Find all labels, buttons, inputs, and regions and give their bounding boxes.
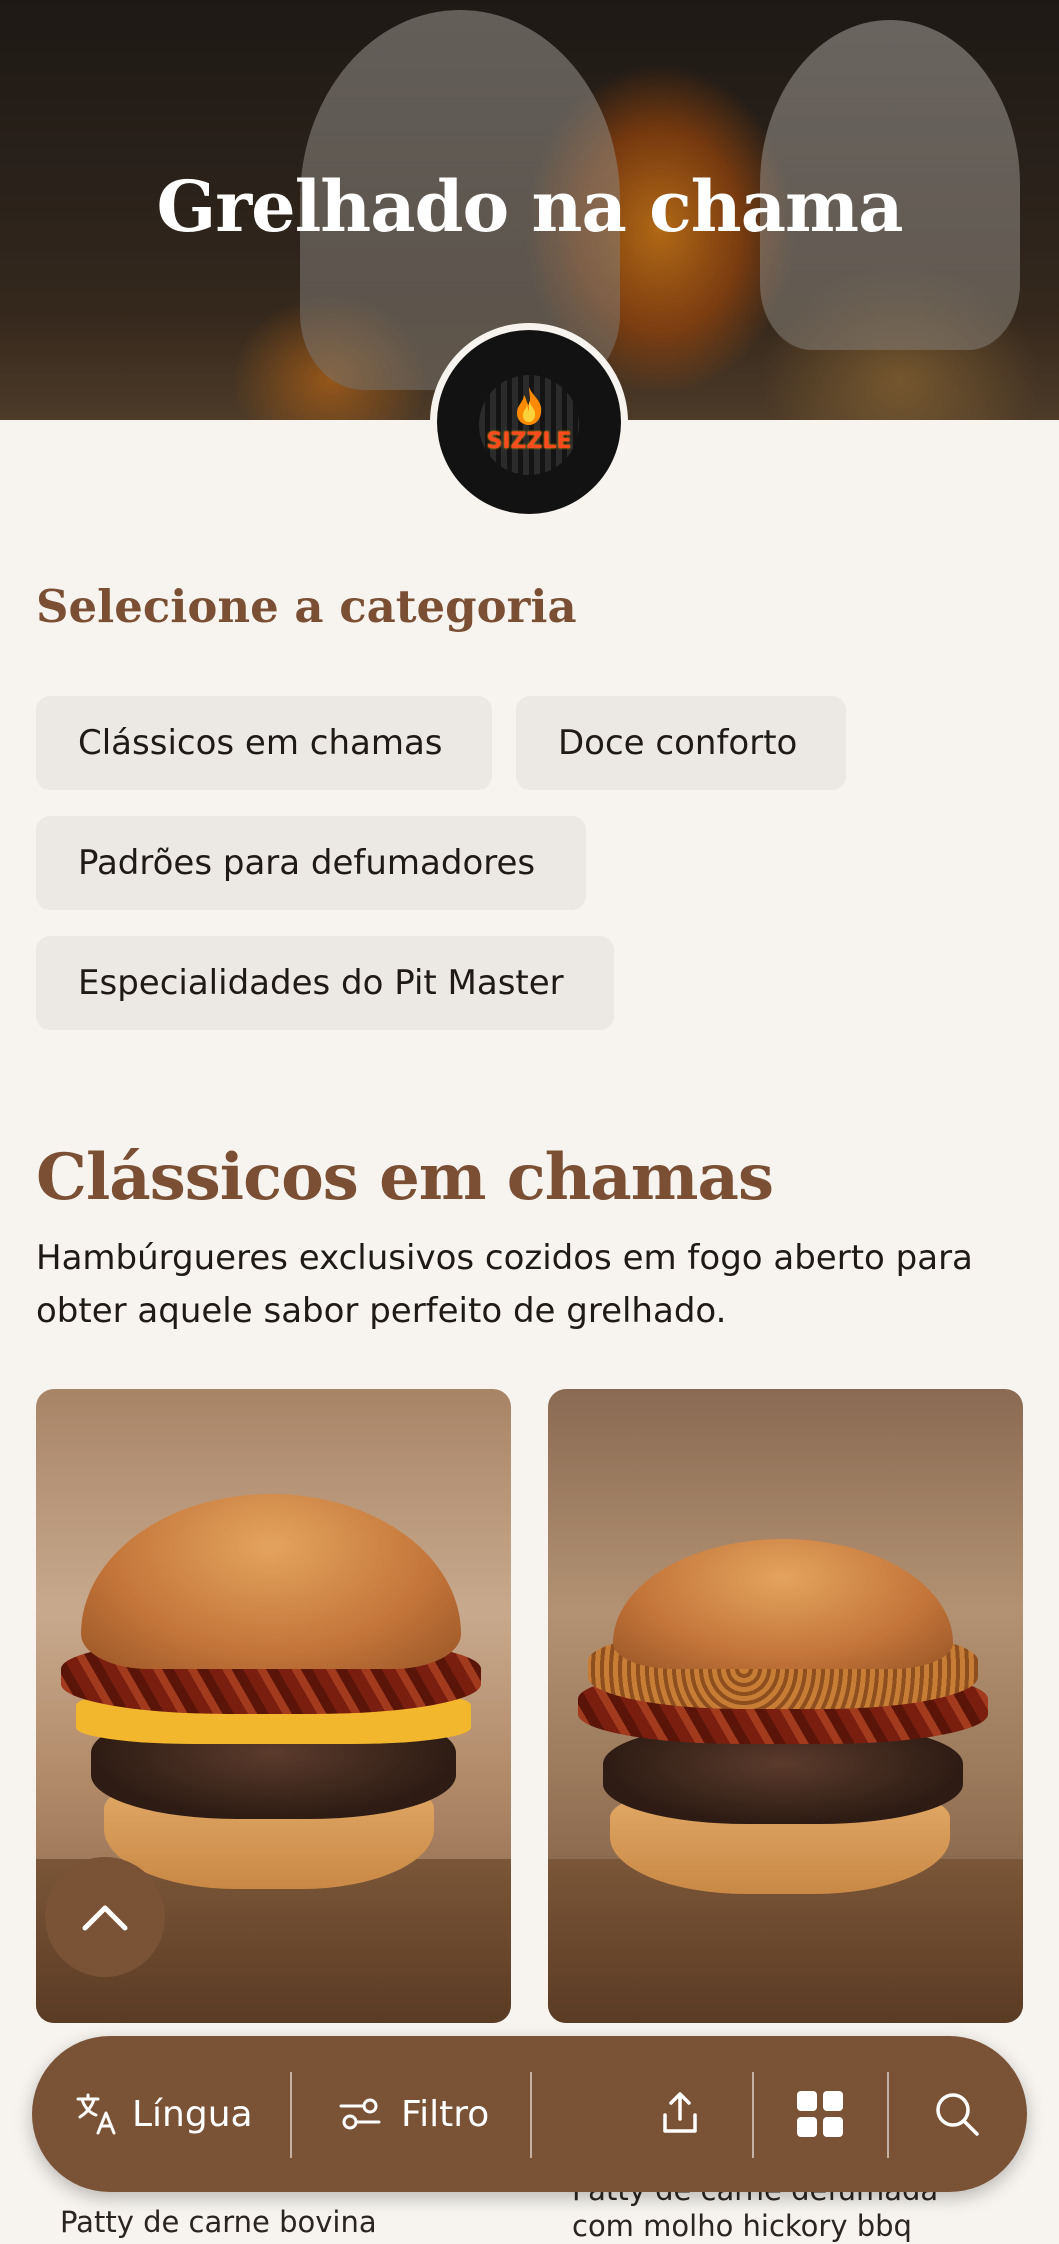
filter-icon — [339, 2098, 381, 2130]
language-label: Língua — [132, 2093, 253, 2135]
product-description: com molho hickory bbq — [572, 2209, 912, 2243]
filter-label: Filtro — [401, 2093, 490, 2135]
divider — [290, 2072, 292, 2158]
divider — [887, 2072, 889, 2158]
product-card[interactable] — [548, 1389, 1023, 2023]
hero-title: Grelhado na chama — [156, 165, 904, 248]
flame-icon — [517, 386, 542, 425]
share-button[interactable] — [655, 2036, 705, 2192]
language-button[interactable]: Língua — [74, 2036, 253, 2192]
filter-button[interactable]: Filtro — [337, 2036, 489, 2192]
search-button[interactable] — [932, 2036, 982, 2192]
category-chip[interactable]: Padrões para defumadores — [36, 816, 586, 910]
divider — [752, 2072, 754, 2158]
burger-image — [548, 1389, 1023, 2023]
divider — [530, 2072, 532, 2158]
scroll-to-top-button[interactable] — [45, 1857, 165, 1977]
search-icon — [936, 2093, 979, 2136]
chevron-up-icon — [82, 1905, 128, 1931]
restaurant-logo: SIZZLE — [430, 323, 628, 521]
category-title: Clássicos em chamas — [36, 1140, 774, 1215]
logo-badge: SIZZLE — [437, 330, 621, 514]
share-icon — [663, 2092, 697, 2133]
category-chip[interactable]: Clássicos em chamas — [36, 696, 492, 790]
category-description: Hambúrgueres exclusivos cozidos em fogo … — [36, 1238, 973, 1331]
translate-icon — [76, 2093, 116, 2135]
bottom-navigation-bar: Língua Filtro — [32, 2036, 1027, 2192]
grid-icon — [797, 2091, 843, 2137]
category-select-heading: Selecione a categoria — [36, 580, 577, 633]
grid-view-button[interactable] — [795, 2036, 845, 2192]
logo-text: SIZZLE — [486, 428, 572, 454]
category-chip[interactable]: Doce conforto — [516, 696, 846, 790]
category-chip[interactable]: Especialidades do Pit Master — [36, 936, 614, 1030]
